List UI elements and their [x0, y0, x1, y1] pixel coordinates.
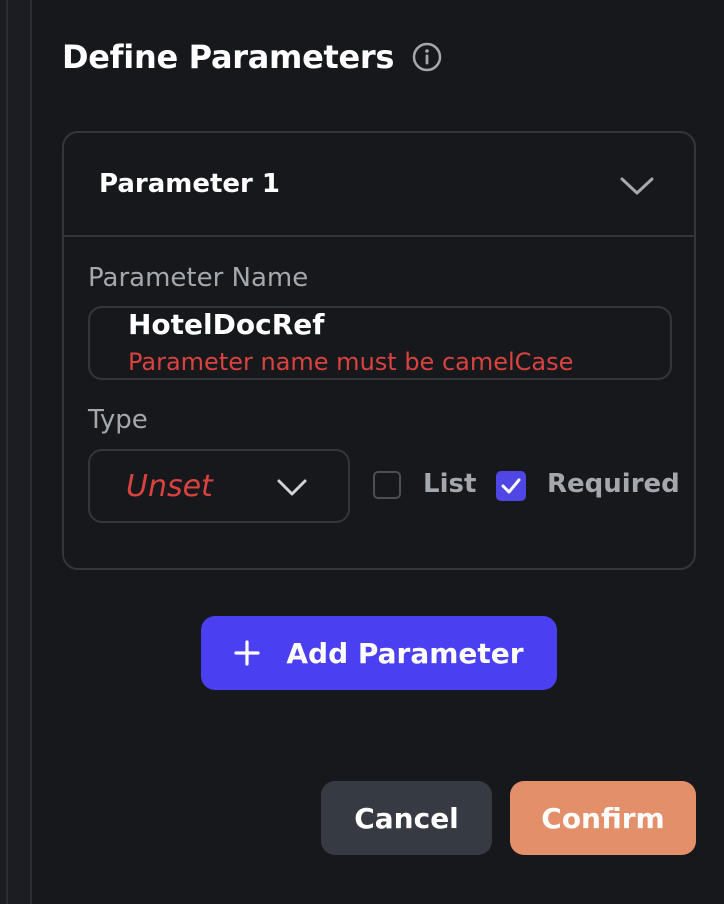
type-label: Type — [88, 405, 148, 435]
list-checkbox[interactable] — [373, 471, 401, 499]
list-label: List — [423, 469, 477, 499]
parameter-name-value[interactable]: HotelDocRef — [128, 308, 324, 341]
type-select[interactable]: Unset — [88, 449, 350, 523]
parameter-card-header[interactable]: Parameter 1 — [64, 133, 694, 237]
parameter-name-error: Parameter name must be camelCase — [128, 348, 574, 376]
parameter-card: Parameter 1 Parameter Name HotelDocRef P… — [62, 131, 696, 570]
parameter-name-input[interactable]: HotelDocRef Parameter name must be camel… — [88, 306, 672, 380]
dialog-header: Define Parameters — [62, 38, 442, 76]
check-icon — [501, 478, 521, 494]
parameter-name-label: Parameter Name — [88, 263, 309, 293]
chevron-down-icon[interactable] — [619, 173, 655, 199]
add-parameter-button[interactable]: Add Parameter — [201, 616, 557, 690]
required-checkbox[interactable] — [496, 471, 526, 501]
required-label: Required — [547, 469, 680, 499]
add-parameter-label: Add Parameter — [286, 636, 524, 670]
confirm-button[interactable]: Confirm — [510, 781, 696, 855]
left-rail-divider — [0, 0, 32, 904]
page-title: Define Parameters — [62, 38, 395, 76]
type-value: Unset — [126, 469, 213, 504]
plus-icon — [234, 640, 260, 666]
chevron-down-icon — [276, 477, 308, 499]
info-icon[interactable] — [412, 42, 442, 72]
cancel-button[interactable]: Cancel — [321, 781, 492, 855]
parameter-title: Parameter 1 — [99, 169, 281, 199]
